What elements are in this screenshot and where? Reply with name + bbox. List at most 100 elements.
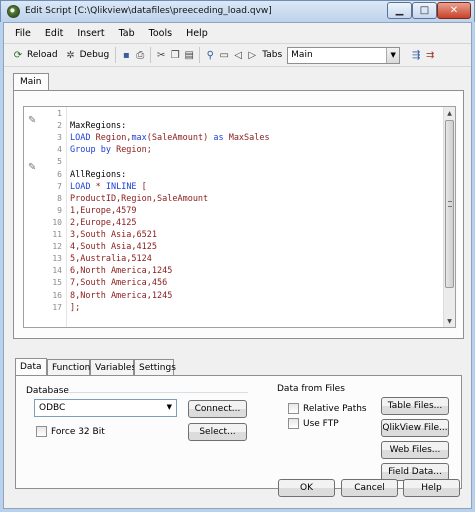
line-number: 5 xyxy=(57,157,62,167)
minimize-icon: ▁ xyxy=(395,5,404,16)
menu-file[interactable]: File xyxy=(8,28,38,39)
tab-variables[interactable]: Variables xyxy=(90,359,137,376)
tab-variables-label: Variables xyxy=(95,363,137,373)
toolbar-separator xyxy=(199,47,201,63)
checkbox-icon xyxy=(36,426,47,437)
line-number: 7 xyxy=(57,181,62,191)
script-code-area[interactable]: 1 2 3 4 5 6 7 8 9 10 11 12 13 14 15 16 17 ✎ ✎ MaxRegions… xyxy=(23,106,456,328)
pin-icon: ✎ xyxy=(28,115,37,126)
line-number: 2 xyxy=(57,121,62,131)
connect-label: Connect... xyxy=(194,404,241,414)
close-button[interactable]: ✕ xyxy=(437,2,471,19)
find-icon[interactable]: ⚲ xyxy=(203,48,217,62)
line-number: 9 xyxy=(57,205,62,215)
code-line: 8,North America,1245 xyxy=(70,290,173,301)
data-tab-panel: Database ODBC ▼ Connect... Select... For… xyxy=(15,375,462,489)
line-number: 14 xyxy=(52,266,62,276)
code-line: AllRegions: xyxy=(70,169,127,180)
maximize-button[interactable]: □ xyxy=(412,2,437,19)
table-files-button[interactable]: Table Files... xyxy=(381,397,449,415)
code-line: 7,South America,456 xyxy=(70,278,168,289)
maximize-icon: □ xyxy=(419,5,430,16)
use-ftp-checkbox[interactable]: Use FTP xyxy=(288,418,339,429)
code-line: LOAD * INLINE [ xyxy=(70,181,147,192)
ok-button[interactable]: OK xyxy=(278,479,335,497)
use-ftp-label: Use FTP xyxy=(303,418,339,429)
new-tab-icon[interactable]: ▭ xyxy=(217,48,231,62)
code-line: 2,Europe,4125 xyxy=(70,217,137,228)
scroll-thumb[interactable] xyxy=(445,120,454,288)
grip-icon xyxy=(448,201,452,207)
scroll-down-icon[interactable]: ▼ xyxy=(444,315,455,327)
checkbox-icon xyxy=(288,418,299,429)
tab-settings[interactable]: Settings xyxy=(134,359,176,376)
menu-tools[interactable]: Tools xyxy=(142,28,179,39)
database-group-label: Database xyxy=(26,386,69,396)
reload-icon: ⟳ xyxy=(13,49,23,61)
toolbar-separator xyxy=(150,47,152,63)
bottom-tools-group: Data Functions Variables Settings Databa… xyxy=(15,339,462,489)
tab-main-label: Main xyxy=(20,77,42,87)
dialog-frame: File Edit Insert Tab Tools Help ⟳ Reload… xyxy=(3,22,472,509)
qlikview-file-button[interactable]: QlikView File... xyxy=(381,419,449,437)
code-line: LOAD Region,max(SaleAmount) as MaxSales xyxy=(70,133,270,144)
checkbox-icon xyxy=(288,403,299,414)
line-number: 3 xyxy=(57,133,62,143)
tab-main[interactable]: Main xyxy=(13,73,49,91)
web-files-button[interactable]: Web Files... xyxy=(381,441,449,459)
cancel-label: Cancel xyxy=(354,483,385,493)
vertical-scrollbar[interactable]: ▲ ▼ xyxy=(443,107,455,327)
database-dropdown[interactable]: ODBC ▼ xyxy=(34,399,177,417)
line-number: 13 xyxy=(52,254,62,264)
line-number: 1 xyxy=(57,109,62,118)
database-group-line xyxy=(68,392,248,393)
code-line: 5,Australia,5124 xyxy=(70,254,152,265)
relative-paths-checkbox[interactable]: Relative Paths xyxy=(288,403,367,414)
line-number: 4 xyxy=(57,145,62,155)
field-data-label: Field Data... xyxy=(388,467,442,477)
table-viewer-icon[interactable]: ⇉ xyxy=(423,48,437,62)
relative-paths-label: Relative Paths xyxy=(303,403,367,414)
menu-help[interactable]: Help xyxy=(179,28,215,39)
promote-tab-icon[interactable]: ◁ xyxy=(231,48,245,62)
code-line: 6,North America,1245 xyxy=(70,266,173,277)
debug-label: Debug xyxy=(79,50,110,60)
print-icon[interactable]: ⎙ xyxy=(133,48,147,62)
line-number: 10 xyxy=(52,217,62,227)
pin-icon: ✎ xyxy=(28,162,37,173)
force-32-bit-checkbox[interactable]: Force 32 Bit xyxy=(36,426,105,437)
select-button[interactable]: Select... xyxy=(188,423,247,441)
tabs-dropdown[interactable]: Main ▼ xyxy=(287,46,401,64)
save-icon[interactable]: ▪ xyxy=(119,48,133,62)
table-files-label: Table Files... xyxy=(387,401,443,411)
code-line: 1,Europe,4579 xyxy=(70,205,137,216)
reload-label: Reload xyxy=(27,50,58,60)
paste-icon[interactable]: ▤ xyxy=(182,48,196,62)
scroll-up-icon[interactable]: ▲ xyxy=(444,107,455,119)
demote-tab-icon[interactable]: ▷ xyxy=(245,48,259,62)
tab-functions[interactable]: Functions xyxy=(47,359,95,376)
syntax-check-icon[interactable]: ⇶ xyxy=(409,48,423,62)
help-button[interactable]: Help xyxy=(403,479,460,497)
tabs-label: Tabs xyxy=(262,50,283,60)
menu-tab[interactable]: Tab xyxy=(112,28,142,39)
reload-button[interactable]: ⟳ Reload xyxy=(8,48,61,62)
code-line: 4,South Asia,4125 xyxy=(70,242,157,253)
window-title: Edit Script [C:\Qlikview\datafiles\preec… xyxy=(25,6,272,16)
code-line: ProductID,Region,SaleAmount xyxy=(70,193,209,204)
database-dropdown-value: ODBC xyxy=(39,403,66,413)
minimize-button[interactable]: ▁ xyxy=(387,2,412,19)
data-from-files-label: Data from Files xyxy=(277,384,345,394)
copy-icon[interactable]: ❐ xyxy=(168,48,182,62)
tabs-dropdown-value: Main xyxy=(291,50,313,60)
menu-insert[interactable]: Insert xyxy=(70,28,111,39)
cut-icon[interactable]: ✂ xyxy=(154,48,168,62)
script-editor-group: Main 1 2 3 4 5 6 7 8 9 10 11 12 13 14 15 16 17 ✎ ✎ MaxRe… xyxy=(13,73,464,339)
debug-button[interactable]: ✲ Debug xyxy=(61,48,113,62)
code-line: Group by Region; xyxy=(70,145,152,156)
cancel-button[interactable]: Cancel xyxy=(341,479,398,497)
connect-button[interactable]: Connect... xyxy=(188,400,247,418)
menu-bar: File Edit Insert Tab Tools Help xyxy=(4,23,471,43)
line-number: 15 xyxy=(52,278,62,288)
menu-edit[interactable]: Edit xyxy=(38,28,70,39)
